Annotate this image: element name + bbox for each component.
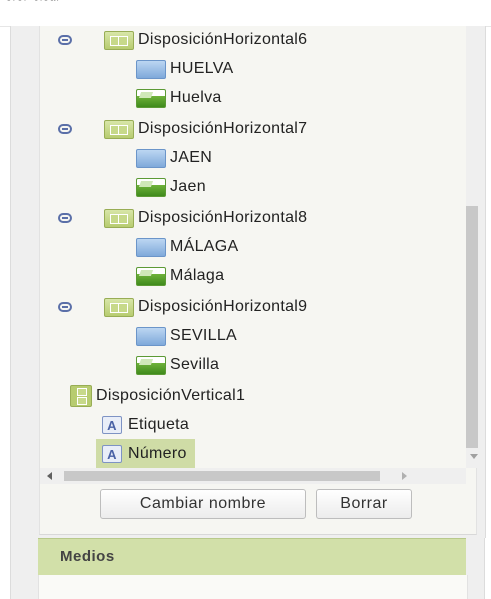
collapse-toggle-icon[interactable]: [58, 124, 72, 134]
tree-item-label: Etiqueta: [128, 416, 190, 433]
tree-item-label: DisposiciónHorizontal7: [138, 120, 308, 137]
label-icon: A: [102, 445, 122, 463]
tree-item-horizontal9[interactable]: DisposiciónHorizontal9: [104, 293, 307, 321]
tree-item-image-jaen[interactable]: Jaen: [136, 173, 206, 201]
tree-item-button-huelva[interactable]: HUELVA: [136, 55, 233, 83]
tree-item-label: SEVILLA: [170, 327, 238, 344]
tree-item-label: HUELVA: [170, 60, 234, 77]
top-partial-text: ᵊʳᵊʳ ᶜᶦᵉᵃʳ: [6, 0, 61, 8]
image-icon: [136, 177, 166, 197]
scroll-down-arrow-icon[interactable]: [470, 454, 478, 459]
components-tree: DisposiciónHorizontal6 HUELVA Huelva Dis…: [40, 26, 466, 468]
tree-item-label: JAEN: [170, 149, 213, 166]
horizontal-arrangement-icon: [104, 208, 134, 228]
button-icon: [136, 148, 166, 168]
horizontal-arrangement-icon: [104, 30, 134, 50]
scroll-right-arrow-icon[interactable]: [402, 472, 407, 480]
components-tree-container: DisposiciónHorizontal6 HUELVA Huelva Dis…: [39, 26, 478, 535]
tree-item-label-numero-selected[interactable]: A Número: [96, 439, 195, 468]
tree-item-label: MÁLAGA: [170, 238, 239, 255]
tree-item-horizontal7[interactable]: DisposiciónHorizontal7: [104, 115, 307, 143]
delete-button[interactable]: Borrar: [316, 489, 412, 519]
tree-item-image-huelva[interactable]: Huelva: [136, 84, 222, 112]
button-icon: [136, 59, 166, 79]
image-icon: [136, 266, 166, 286]
media-section-body: [38, 575, 468, 599]
tree-item-label: Número: [128, 445, 187, 462]
collapse-toggle-icon[interactable]: [58, 35, 72, 45]
collapse-toggle-icon[interactable]: [58, 213, 72, 223]
tree-item-label: DisposiciónHorizontal8: [138, 209, 308, 226]
tree-item-label: Jaen: [170, 178, 206, 195]
panel-edge: [10, 538, 39, 599]
vertical-scrollbar-thumb[interactable]: [466, 206, 478, 448]
tree-item-button-malaga[interactable]: MÁLAGA: [136, 233, 239, 261]
top-cut-off-text: ᵊʳᵊʳ ᶜᶦᵉᵃʳ: [0, 0, 491, 27]
rename-button[interactable]: Cambiar nombre: [100, 489, 306, 519]
tree-item-label: DisposiciónVertical1: [96, 387, 246, 404]
tree-item-button-sevilla[interactable]: SEVILLA: [136, 322, 237, 350]
tree-item-horizontal6[interactable]: DisposiciónHorizontal6: [104, 26, 307, 54]
tree-item-label: DisposiciónHorizontal9: [138, 298, 308, 315]
scroll-left-arrow-icon[interactable]: [47, 472, 52, 480]
tree-item-label: Huelva: [170, 89, 222, 106]
panel-edge: [466, 538, 485, 599]
horizontal-arrangement-icon: [104, 297, 134, 317]
image-icon: [136, 88, 166, 108]
collapse-toggle-icon[interactable]: [58, 302, 72, 312]
image-icon: [136, 355, 166, 375]
tree-item-vertical1[interactable]: DisposiciónVertical1: [70, 382, 245, 410]
tree-item-horizontal8[interactable]: DisposiciónHorizontal8: [104, 204, 307, 232]
tree-item-button-jaen[interactable]: JAEN: [136, 144, 212, 172]
button-icon: [136, 237, 166, 257]
tree-item-label: DisposiciónHorizontal6: [138, 31, 308, 48]
horizontal-scrollbar-thumb[interactable]: [64, 471, 380, 481]
horizontal-arrangement-icon: [104, 119, 134, 139]
tree-item-label-etiqueta[interactable]: A Etiqueta: [102, 411, 189, 439]
label-icon: A: [102, 416, 122, 434]
button-icon: [136, 326, 166, 346]
tree-item-label: Sevilla: [170, 356, 220, 373]
tree-item-label: Málaga: [170, 267, 225, 284]
vertical-arrangement-icon: [70, 385, 92, 407]
components-panel: DisposiciónHorizontal6 HUELVA Huelva Dis…: [10, 26, 486, 538]
media-section-header[interactable]: Medios: [38, 538, 466, 576]
section-title: Medios: [60, 548, 115, 565]
tree-item-image-malaga[interactable]: Málaga: [136, 262, 224, 290]
tree-item-image-sevilla[interactable]: Sevilla: [136, 351, 219, 379]
